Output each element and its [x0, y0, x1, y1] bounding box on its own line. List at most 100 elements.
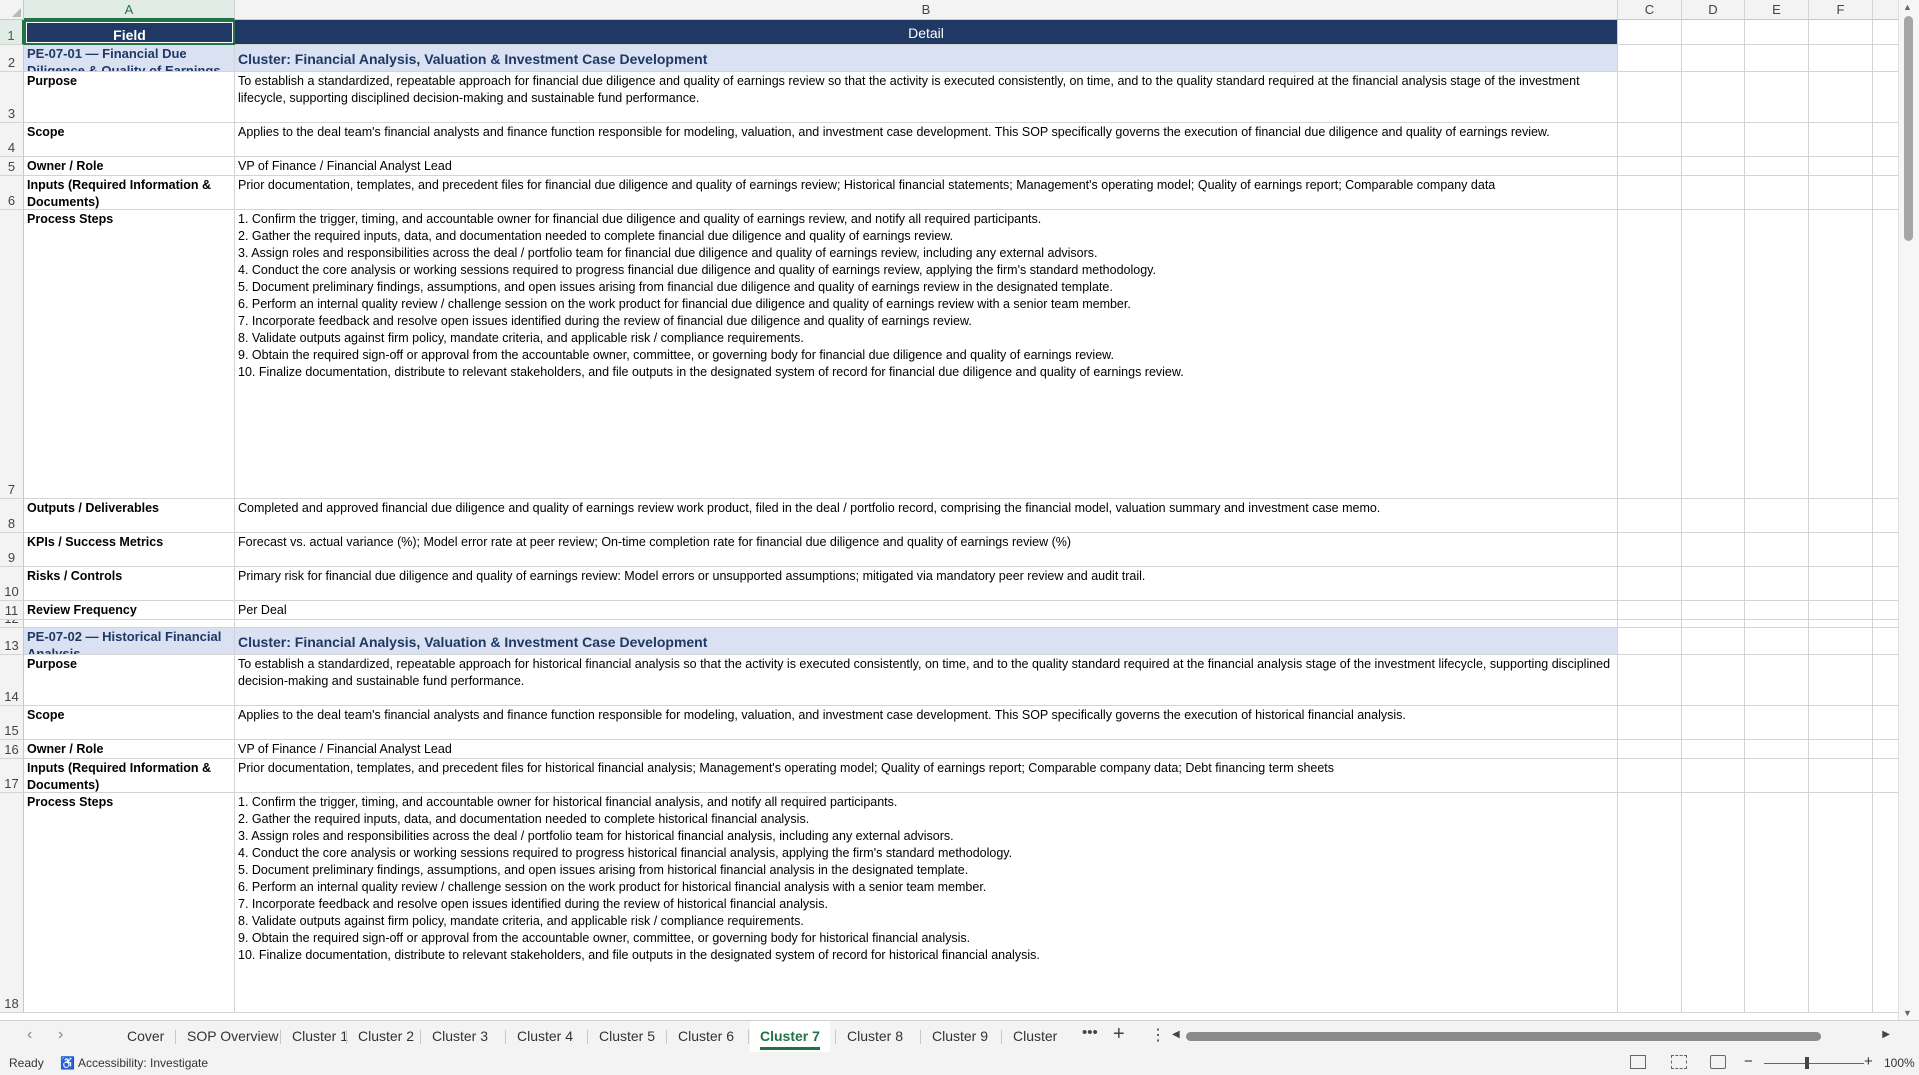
scroll-right-icon[interactable]: ▶ — [1882, 1029, 1890, 1040]
detail-cell[interactable]: 1. Confirm the trigger, timing, and acco… — [235, 210, 1618, 499]
row-header[interactable]: 1 — [0, 20, 24, 45]
empty-cell[interactable] — [1745, 72, 1809, 123]
field-cell[interactable]: Inputs (Required Information & Documents… — [24, 759, 235, 793]
detail-cell[interactable]: Forecast vs. actual variance (%); Model … — [235, 533, 1618, 567]
empty-cell[interactable] — [1809, 20, 1873, 45]
empty-cell[interactable] — [1682, 567, 1745, 601]
row-header[interactable]: 14 — [0, 655, 24, 706]
page-break-view-icon[interactable] — [1710, 1055, 1726, 1069]
field-cell[interactable]: Process Steps — [24, 793, 235, 1013]
field-cell[interactable]: Owner / Role — [24, 157, 235, 176]
select-all-corner[interactable] — [0, 0, 24, 20]
column-header-b[interactable]: B — [235, 0, 1618, 20]
detail-header-cell[interactable]: Detail — [235, 20, 1618, 45]
column-header-f[interactable]: F — [1809, 0, 1873, 20]
empty-cell[interactable] — [1682, 499, 1745, 533]
empty-cell[interactable] — [1745, 176, 1809, 210]
empty-cell[interactable] — [1809, 499, 1873, 533]
empty-cell[interactable] — [1809, 533, 1873, 567]
zoom-level[interactable]: 100% — [1884, 1056, 1915, 1070]
scroll-left-icon[interactable]: ◀ — [1172, 1029, 1180, 1040]
detail-cell[interactable]: Prior documentation, templates, and prec… — [235, 759, 1618, 793]
empty-cell[interactable] — [1809, 601, 1873, 620]
scroll-down-icon[interactable]: ▼ — [1903, 1008, 1912, 1018]
empty-cell[interactable] — [1618, 740, 1682, 759]
empty-cell[interactable] — [1618, 20, 1682, 45]
empty-cell[interactable] — [1745, 793, 1809, 1013]
detail-cell[interactable]: Cluster: Financial Analysis, Valuation &… — [235, 628, 1618, 655]
column-header-a[interactable]: A — [24, 0, 235, 20]
empty-cell[interactable] — [1745, 706, 1809, 740]
zoom-in-icon[interactable]: + — [1864, 1053, 1873, 1070]
empty-cell[interactable] — [1682, 706, 1745, 740]
sheet-tab[interactable]: Cluster 7 — [750, 1021, 830, 1052]
row-header[interactable]: 10 — [0, 567, 24, 601]
empty-cell[interactable] — [1682, 45, 1745, 72]
sheet-tab[interactable]: Cluster — [1003, 1021, 1081, 1052]
horizontal-scrollbar[interactable]: ◀ ▶ — [1172, 1029, 1890, 1041]
detail-cell[interactable]: To establish a standardized, repeatable … — [235, 655, 1618, 706]
empty-cell[interactable] — [1809, 759, 1873, 793]
row-header[interactable]: 2 — [0, 45, 24, 72]
column-header-d[interactable]: D — [1682, 0, 1745, 20]
empty-cell[interactable] — [1809, 45, 1873, 72]
detail-cell[interactable]: Prior documentation, templates, and prec… — [235, 176, 1618, 210]
zoom-slider[interactable] — [1764, 1063, 1864, 1064]
sheet-tab[interactable]: Cover — [117, 1021, 174, 1052]
zoom-slider-thumb[interactable] — [1805, 1057, 1809, 1069]
empty-cell[interactable] — [1745, 499, 1809, 533]
row-header[interactable]: 17 — [0, 759, 24, 793]
empty-cell[interactable] — [1745, 533, 1809, 567]
empty-cell[interactable] — [1682, 655, 1745, 706]
empty-cell[interactable] — [1745, 759, 1809, 793]
empty-cell[interactable] — [1745, 123, 1809, 157]
empty-cell[interactable] — [1809, 706, 1873, 740]
empty-cell[interactable] — [1809, 740, 1873, 759]
empty-cell[interactable] — [1745, 157, 1809, 176]
empty-cell[interactable] — [1745, 740, 1809, 759]
field-header-cell[interactable]: Field — [24, 20, 235, 45]
empty-cell[interactable] — [1618, 793, 1682, 1013]
empty-cell[interactable] — [1618, 620, 1682, 628]
detail-cell[interactable]: 1. Confirm the trigger, timing, and acco… — [235, 793, 1618, 1013]
empty-cell[interactable] — [1809, 655, 1873, 706]
tab-options-icon[interactable]: ⋮ — [1150, 1025, 1166, 1045]
empty-cell[interactable] — [1618, 601, 1682, 620]
accessibility-status[interactable]: Accessibility: Investigate — [78, 1056, 208, 1070]
empty-cell[interactable] — [1618, 628, 1682, 655]
empty-cell[interactable] — [1745, 45, 1809, 72]
detail-cell[interactable]: VP of Finance / Financial Analyst Lead — [235, 157, 1618, 176]
empty-cell[interactable] — [1809, 210, 1873, 499]
field-cell[interactable]: Purpose — [24, 72, 235, 123]
tab-scroll-left-icon[interactable]: ‹ — [27, 1026, 32, 1044]
column-header-e[interactable]: E — [1745, 0, 1809, 20]
empty-cell[interactable] — [1745, 620, 1809, 628]
empty-cell[interactable] — [1618, 533, 1682, 567]
sheet-tab[interactable]: Cluster 3 — [422, 1021, 498, 1052]
empty-cell[interactable] — [1745, 567, 1809, 601]
field-cell[interactable]: Review Frequency — [24, 601, 235, 620]
empty-cell[interactable] — [1745, 210, 1809, 499]
sheet-tab[interactable]: Cluster 4 — [507, 1021, 583, 1052]
detail-cell[interactable] — [235, 620, 1618, 628]
sheet-tab[interactable]: Cluster 5 — [589, 1021, 665, 1052]
row-header[interactable]: 6 — [0, 176, 24, 210]
field-cell[interactable]: Owner / Role — [24, 740, 235, 759]
empty-cell[interactable] — [1745, 628, 1809, 655]
empty-cell[interactable] — [1682, 601, 1745, 620]
column-header-c[interactable]: C — [1618, 0, 1682, 20]
row-header[interactable]: 4 — [0, 123, 24, 157]
empty-cell[interactable] — [1809, 123, 1873, 157]
tab-scroll-right-icon[interactable]: › — [58, 1026, 63, 1044]
empty-cell[interactable] — [1618, 45, 1682, 72]
field-cell[interactable]: Scope — [24, 706, 235, 740]
empty-cell[interactable] — [1809, 620, 1873, 628]
sheet-tab[interactable]: Cluster 9 — [922, 1021, 998, 1052]
empty-cell[interactable] — [1809, 567, 1873, 601]
empty-cell[interactable] — [1682, 793, 1745, 1013]
more-tabs-icon[interactable]: ••• — [1082, 1024, 1098, 1041]
field-cell[interactable] — [24, 620, 235, 628]
empty-cell[interactable] — [1618, 655, 1682, 706]
row-header[interactable]: 15 — [0, 706, 24, 740]
empty-cell[interactable] — [1745, 655, 1809, 706]
